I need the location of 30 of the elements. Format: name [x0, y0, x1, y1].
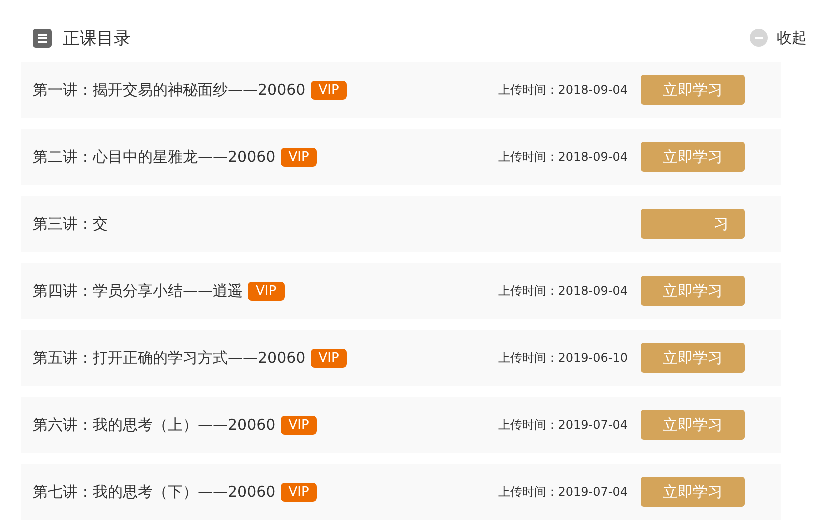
- study-button[interactable]: 立即学习: [641, 477, 745, 507]
- vip-badge: VIP: [280, 482, 318, 502]
- lesson-title: 第二讲：心目中的星雅龙——20060: [33, 148, 276, 166]
- study-button[interactable]: 习: [641, 209, 745, 239]
- upload-time: 上传时间：2019-07-04: [498, 416, 628, 434]
- study-button[interactable]: 立即学习: [641, 142, 745, 172]
- upload-time: 上传时间：2018-09-04: [498, 282, 628, 300]
- menu-icon: [33, 28, 52, 48]
- vip-badge: VIP: [310, 348, 348, 368]
- upload-time: 上传时间：2019-07-04: [498, 484, 628, 500]
- vip-badge: VIP: [280, 148, 318, 166]
- study-button[interactable]: 立即学习: [641, 410, 745, 440]
- upload-time: 上传时间：2019-06-10: [498, 350, 628, 366]
- minus-circle-icon: [750, 29, 768, 47]
- upload-time: 上传时间：2018-09-04: [498, 148, 628, 166]
- vip-badge: VIP: [310, 80, 348, 100]
- lesson-title: 第七讲：我的思考（下）——20060: [33, 482, 276, 502]
- study-button[interactable]: 立即学习: [641, 276, 745, 306]
- study-button[interactable]: 立即学习: [641, 343, 745, 373]
- section-title: 正课目录: [63, 28, 131, 50]
- lesson-title: 第一讲：揭开交易的神秘面纱——20060: [33, 80, 306, 100]
- collapse-button[interactable]: 收起: [750, 28, 807, 48]
- study-button[interactable]: 立即学习: [641, 75, 745, 105]
- lesson-title: 第三讲：交: [33, 214, 108, 234]
- lesson-title: 第五讲：打开正确的学习方式——20060: [33, 348, 306, 368]
- lesson-title: 第四讲：学员分享小结——逍遥: [33, 282, 243, 300]
- vip-badge: VIP: [248, 282, 285, 300]
- vip-badge: VIP: [280, 416, 318, 434]
- upload-time: 上传时间：2018-09-04: [498, 82, 628, 98]
- lesson-title: 第六讲：我的思考（上）——20060: [33, 416, 276, 434]
